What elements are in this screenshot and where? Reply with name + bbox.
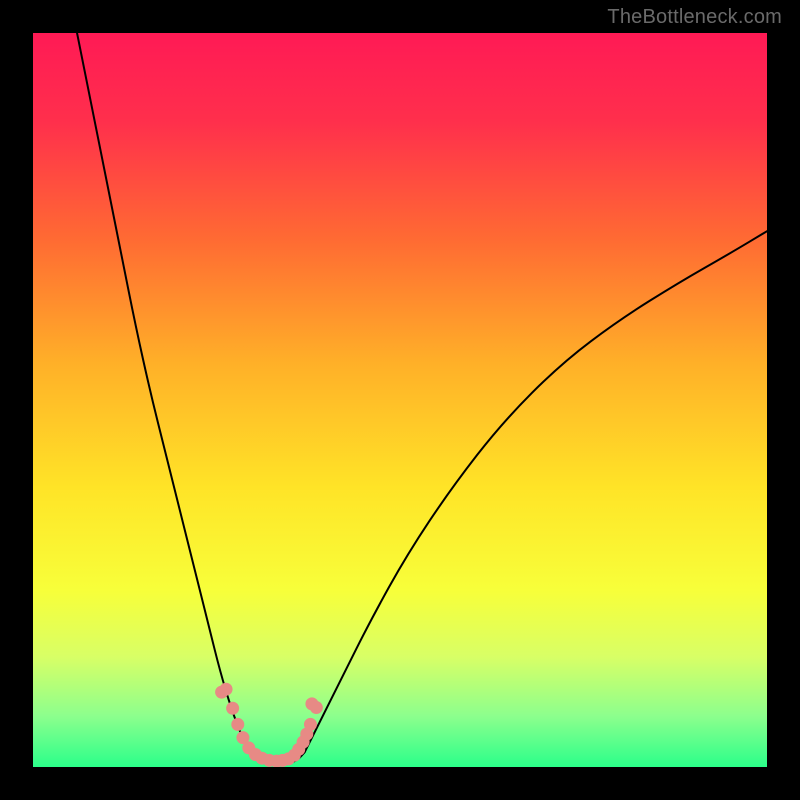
chart-root: TheBottleneck.com xyxy=(0,0,800,800)
marker-dot xyxy=(220,683,233,696)
marker-dot xyxy=(305,697,318,710)
watermark-text: TheBottleneck.com xyxy=(607,6,782,29)
plot-area xyxy=(33,33,767,767)
marker-dot xyxy=(304,718,317,731)
marker-dot xyxy=(231,718,244,731)
gradient-background xyxy=(33,33,767,767)
chart-svg xyxy=(33,33,767,767)
marker-dot xyxy=(226,702,239,715)
